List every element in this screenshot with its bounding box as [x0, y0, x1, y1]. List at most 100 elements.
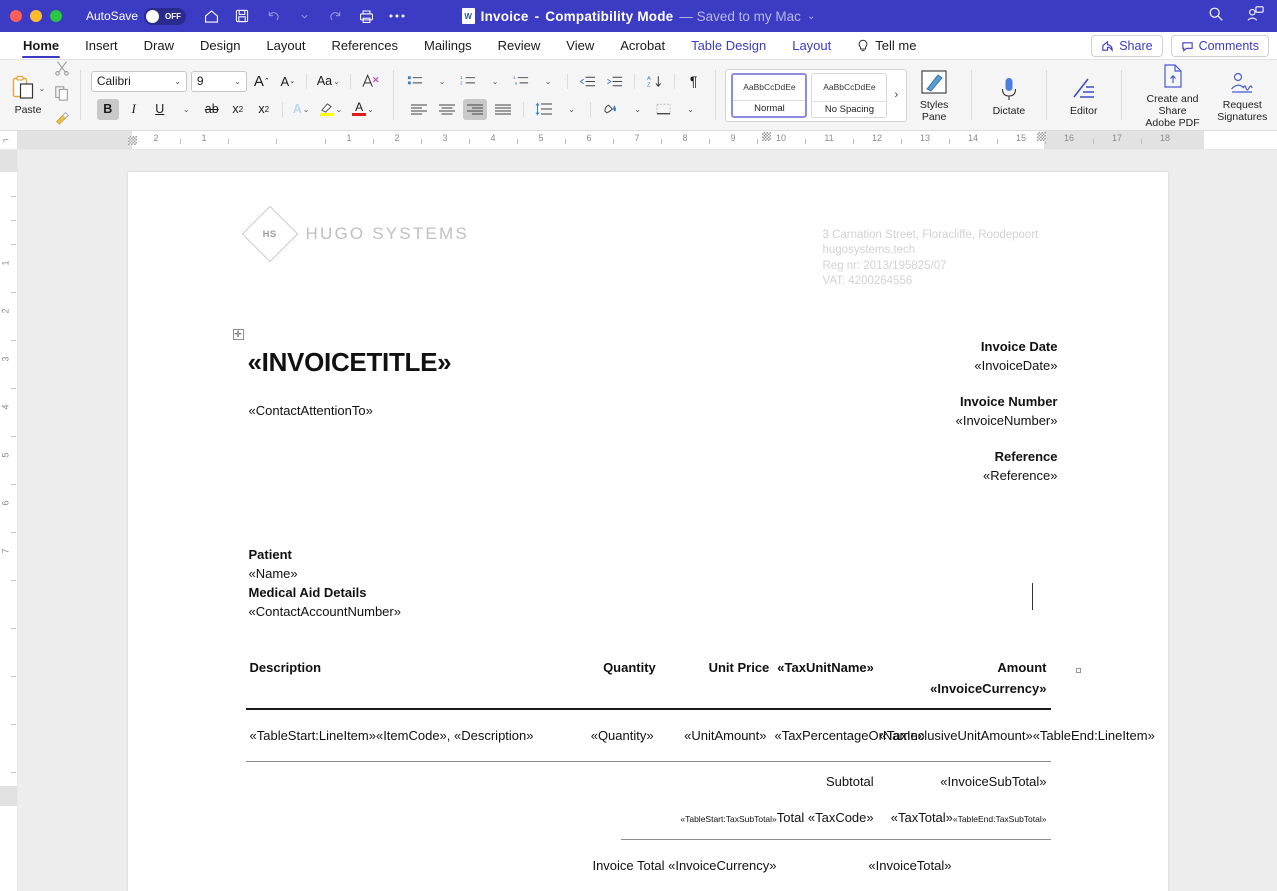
- clear-formatting-button[interactable]: [358, 71, 383, 92]
- underline-dropdown-icon[interactable]: ⌄: [175, 99, 197, 120]
- more-icon[interactable]: [388, 7, 406, 25]
- right-indent-marker[interactable]: [1037, 132, 1046, 141]
- create-share-pdf-button[interactable]: Create and ShareAdobe PDF: [1132, 61, 1214, 129]
- comments-button[interactable]: Comments: [1171, 35, 1269, 57]
- divider: [1046, 70, 1047, 120]
- change-case-button[interactable]: Aa⌄: [314, 71, 343, 92]
- styles-pane-button[interactable]: StylesPane: [907, 67, 961, 123]
- tab-acrobat[interactable]: Acrobat: [607, 32, 678, 59]
- font-family-select[interactable]: Calibri ⌄: [91, 71, 187, 92]
- align-center-button[interactable]: [435, 99, 459, 120]
- dictate-button[interactable]: Dictate: [982, 73, 1036, 117]
- ruler-corner[interactable]: ⌐: [0, 131, 18, 149]
- tab-home[interactable]: Home: [10, 32, 72, 59]
- style-normal[interactable]: AaBbCcDdEe Normal: [731, 73, 807, 118]
- styles-gallery: AaBbCcDdEe Normal AaBbCcDdEe No Spacing …: [725, 69, 907, 122]
- font-size-select[interactable]: 9 ⌄: [191, 71, 247, 92]
- tab-design[interactable]: Design: [187, 32, 253, 59]
- minimize-window-button[interactable]: [30, 10, 42, 22]
- print-icon[interactable]: [357, 7, 375, 25]
- request-signatures-button[interactable]: RequestSignatures: [1214, 67, 1272, 123]
- style-no-spacing[interactable]: AaBbCcDdEe No Spacing: [811, 73, 887, 118]
- signature-icon: [1227, 67, 1257, 97]
- chevron-down-icon[interactable]: ⌄: [807, 11, 815, 22]
- table-move-handle[interactable]: ✛: [233, 329, 244, 340]
- text-effects-button[interactable]: A⌄: [290, 99, 313, 120]
- tab-references[interactable]: References: [319, 32, 411, 59]
- tab-layout[interactable]: Layout: [253, 32, 318, 59]
- borders-dropdown-icon[interactable]: ⌄: [679, 99, 701, 120]
- superscript-button[interactable]: x2: [253, 99, 275, 120]
- maximize-window-button[interactable]: [50, 10, 62, 22]
- tab-table-design[interactable]: Table Design: [678, 32, 779, 59]
- paste-icon: ⌄: [11, 75, 46, 103]
- sort-button[interactable]: AZ: [643, 71, 666, 92]
- tab-review[interactable]: Review: [485, 32, 554, 59]
- tab-table-layout[interactable]: Layout: [779, 32, 844, 59]
- search-icon[interactable]: [1207, 5, 1225, 28]
- line-spacing-button[interactable]: [532, 99, 556, 120]
- bold-button[interactable]: B: [97, 99, 119, 120]
- highlight-color-button[interactable]: ⌄: [316, 99, 345, 120]
- ruler-track[interactable]: 2 1 1 2 3 4 5 6 7 8 9 10 11 12 13 14 15 …: [18, 131, 1277, 149]
- bullets-button[interactable]: [404, 71, 427, 92]
- close-window-button[interactable]: [10, 10, 22, 22]
- editor-pen-icon: [1070, 73, 1098, 103]
- subscript-button[interactable]: x2: [227, 99, 249, 120]
- decrease-indent-button[interactable]: [576, 71, 599, 92]
- document-page[interactable]: HS HUGO SYSTEMS 3 Carnation Street, Flor…: [128, 172, 1168, 891]
- line-spacing-dropdown-icon[interactable]: ⌄: [560, 99, 582, 120]
- microphone-icon: [998, 73, 1020, 103]
- styles-more-button[interactable]: ›: [889, 89, 903, 101]
- left-indent-marker[interactable]: [128, 136, 137, 145]
- bullets-dropdown-icon[interactable]: ⌄: [431, 71, 453, 92]
- undo-dropdown-icon[interactable]: [295, 7, 313, 25]
- document-canvas[interactable]: HS HUGO SYSTEMS 3 Carnation Street, Flor…: [18, 150, 1277, 891]
- save-icon[interactable]: [233, 7, 251, 25]
- increase-indent-button[interactable]: [603, 71, 626, 92]
- format-painter-icon[interactable]: [54, 110, 70, 131]
- align-right-button[interactable]: [463, 99, 487, 120]
- divider: [80, 70, 81, 120]
- align-left-button[interactable]: [407, 99, 431, 120]
- paste-dropdown-icon[interactable]: ⌄: [39, 84, 46, 93]
- justify-button[interactable]: [491, 99, 515, 120]
- tab-tell-me[interactable]: Tell me: [844, 32, 929, 59]
- borders-button[interactable]: [652, 99, 675, 120]
- horizontal-ruler[interactable]: ⌐ 2 1 1 2 3 4 5 6 7 8 9 10 11 12 13 14 1…: [0, 131, 1277, 150]
- autosave-control[interactable]: AutoSave OFF: [86, 8, 186, 25]
- shading-dropdown-icon[interactable]: ⌄: [626, 99, 648, 120]
- italic-button[interactable]: I: [123, 99, 145, 120]
- multilevel-dropdown-icon[interactable]: ⌄: [537, 71, 559, 92]
- strikethrough-button[interactable]: ab: [201, 99, 223, 120]
- copy-icon[interactable]: [54, 85, 70, 106]
- multilevel-list-button[interactable]: 1a: [510, 71, 533, 92]
- vertical-ruler[interactable]: 1 2 3 4 5 6 7: [0, 150, 18, 891]
- show-formatting-marks-button[interactable]: ¶: [683, 71, 705, 92]
- paste-button[interactable]: ⌄ Paste: [6, 75, 50, 116]
- shading-button[interactable]: [599, 99, 622, 120]
- home-icon[interactable]: [202, 7, 220, 25]
- numbering-dropdown-icon[interactable]: ⌄: [484, 71, 506, 92]
- styles-group: AaBbCcDdEe Normal AaBbCcDdEe No Spacing …: [719, 60, 967, 130]
- undo-icon[interactable]: [264, 7, 282, 25]
- numbering-button[interactable]: 12: [457, 71, 480, 92]
- tab-stop-icon[interactable]: ⌐: [3, 135, 9, 146]
- editor-button[interactable]: Editor: [1057, 73, 1111, 117]
- shrink-font-button[interactable]: A⌄: [277, 71, 299, 92]
- tab-view[interactable]: View: [553, 32, 607, 59]
- tab-mailings[interactable]: Mailings: [411, 32, 485, 59]
- tab-draw[interactable]: Draw: [131, 32, 187, 59]
- underline-button[interactable]: U: [149, 99, 171, 120]
- redo-icon[interactable]: [326, 7, 344, 25]
- cut-icon[interactable]: [54, 60, 70, 81]
- autosave-toggle[interactable]: OFF: [144, 8, 186, 25]
- object-anchor-handle[interactable]: [1076, 668, 1081, 673]
- grow-font-button[interactable]: A⌃: [251, 71, 273, 92]
- tab-insert[interactable]: Insert: [72, 32, 131, 59]
- account-icon[interactable]: [1245, 5, 1265, 28]
- first-line-indent-marker[interactable]: [762, 132, 771, 141]
- font-color-button[interactable]: A ⌄: [349, 99, 377, 120]
- invoice-table[interactable]: Description Quantity Unit Price «TaxUnit…: [246, 657, 1051, 876]
- share-button[interactable]: Share: [1091, 35, 1162, 57]
